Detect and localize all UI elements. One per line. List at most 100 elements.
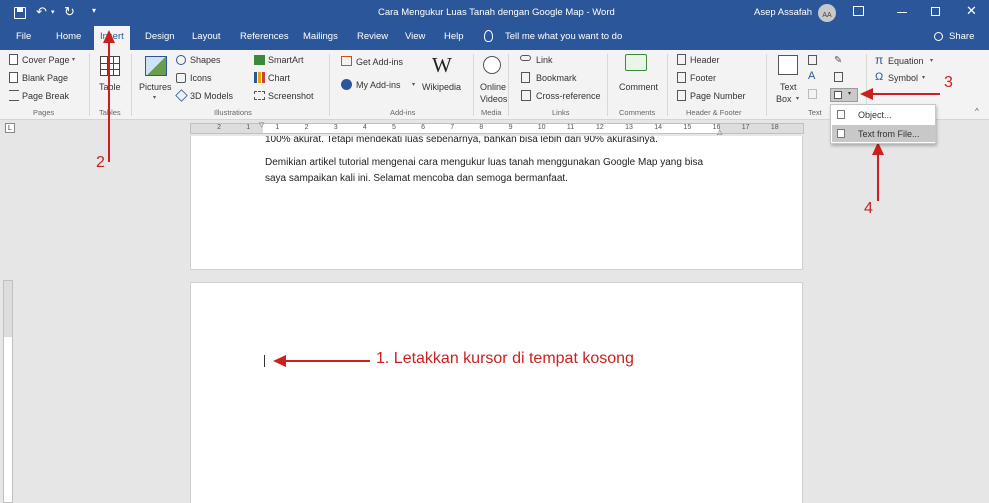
online-videos-label-2[interactable]: Videos xyxy=(480,94,507,104)
equation-dropdown-icon[interactable]: ▾ xyxy=(930,57,933,64)
group-divider xyxy=(667,54,668,116)
wordart-icon[interactable]: A xyxy=(808,70,815,82)
customize-toolbar-icon[interactable]: ▾ xyxy=(92,6,96,15)
table-icon[interactable] xyxy=(100,56,120,76)
drop-cap-icon[interactable] xyxy=(808,89,817,99)
document-text-cut-line[interactable]: 100% akurat. Tetapi mendekati luas seben… xyxy=(265,136,658,145)
blank-page-button[interactable]: Blank Page xyxy=(22,73,68,83)
group-divider xyxy=(508,54,509,116)
group-label-links: Links xyxy=(552,108,570,117)
cover-page-dropdown-icon[interactable]: ▾ xyxy=(72,56,75,63)
share-button[interactable]: Share xyxy=(949,31,974,42)
document-area: 100% akurat. Tetapi mendekati luas seben… xyxy=(0,136,989,503)
person-icon xyxy=(934,32,943,41)
redo-icon[interactable]: ↻ xyxy=(64,4,75,20)
ribbon-display-options-icon[interactable] xyxy=(853,6,864,16)
cover-page-button[interactable]: Cover Page xyxy=(22,55,70,65)
tab-review[interactable]: Review xyxy=(357,31,388,42)
screenshot-button[interactable]: Screenshot xyxy=(268,91,314,101)
ruler-number: 18 xyxy=(770,124,779,131)
shapes-button[interactable]: Shapes xyxy=(190,55,221,65)
quick-parts-icon[interactable] xyxy=(808,55,817,65)
object-dropdown-icon[interactable]: ▾ xyxy=(848,90,851,97)
pictures-icon[interactable] xyxy=(145,56,167,76)
get-addins-button[interactable]: Get Add-ins xyxy=(356,57,403,67)
undo-dropdown-icon[interactable]: ▾ xyxy=(51,8,55,16)
text-box-label-2[interactable]: Box xyxy=(776,94,792,104)
page-2[interactable] xyxy=(190,282,803,503)
tab-mailings[interactable]: Mailings xyxy=(303,31,338,42)
close-icon[interactable]: ✕ xyxy=(966,3,977,19)
page-number-button[interactable]: Page Number xyxy=(690,91,746,101)
my-addins-button[interactable]: My Add-ins xyxy=(356,80,401,90)
page-number-icon xyxy=(677,90,686,101)
document-paragraph-line-2[interactable]: saya sampaikan kali ini. Selamat mencoba… xyxy=(265,173,568,184)
page-break-button[interactable]: Page Break xyxy=(22,91,69,101)
tab-help[interactable]: Help xyxy=(444,31,464,42)
online-videos-label-1[interactable]: Online xyxy=(480,82,506,92)
minimize-icon[interactable] xyxy=(897,12,907,13)
pictures-button[interactable]: Pictures xyxy=(139,82,172,92)
collapse-ribbon-icon[interactable]: ^ xyxy=(975,107,979,116)
tab-view[interactable]: View xyxy=(405,31,425,42)
text-box-label-1[interactable]: Text xyxy=(780,82,797,92)
right-indent-marker-icon[interactable]: △ xyxy=(717,128,722,136)
menu-item-text-from-file[interactable]: Text from File... xyxy=(832,125,935,142)
user-name[interactable]: Asep Assafah xyxy=(754,7,812,18)
tab-layout[interactable]: Layout xyxy=(192,31,221,42)
menu-item-object[interactable]: Object... xyxy=(832,106,935,123)
pictures-dropdown-icon[interactable]: ▾ xyxy=(153,94,156,101)
smartart-button[interactable]: SmartArt xyxy=(268,55,304,65)
my-addins-dropdown-icon[interactable]: ▾ xyxy=(412,81,415,88)
wikipedia-icon[interactable]: W xyxy=(432,53,452,78)
ruler-track[interactable]: 2 1 1 2 3 4 5 6 7 8 9 10 11 12 13 14 15 16 17 18 xyxy=(190,123,804,134)
restore-icon[interactable] xyxy=(931,7,940,16)
annotation-arrow-3 xyxy=(872,93,940,95)
tab-selector-icon[interactable]: L xyxy=(5,123,15,133)
date-time-icon[interactable] xyxy=(834,72,843,82)
bookmark-button[interactable]: Bookmark xyxy=(536,73,577,83)
avatar[interactable]: AA xyxy=(818,4,836,22)
menu-item-text-from-file-label: Text from File... xyxy=(858,129,920,139)
online-video-icon[interactable] xyxy=(483,56,501,74)
signature-line-icon[interactable]: ✎ xyxy=(834,55,842,66)
header-button[interactable]: Header xyxy=(690,55,720,65)
undo-icon[interactable]: ↶ xyxy=(36,4,47,20)
screenshot-icon xyxy=(254,91,265,100)
footer-button[interactable]: Footer xyxy=(690,73,716,83)
symbol-dropdown-icon[interactable]: ▾ xyxy=(922,74,925,81)
3d-models-button[interactable]: 3D Models xyxy=(190,91,233,101)
object-button[interactable]: ▾ xyxy=(830,88,858,102)
ruler-number: 2 xyxy=(217,124,222,131)
comment-button[interactable]: Comment xyxy=(619,82,658,92)
group-divider xyxy=(473,54,474,116)
text-box-dropdown-icon[interactable]: ▾ xyxy=(796,95,799,102)
text-box-icon[interactable] xyxy=(778,55,798,75)
tab-design[interactable]: Design xyxy=(145,31,175,42)
group-label-media: Media xyxy=(481,108,502,117)
ruler-number: 7 xyxy=(450,124,455,131)
chart-button[interactable]: Chart xyxy=(268,73,290,83)
cross-reference-button[interactable]: Cross-reference xyxy=(536,91,601,101)
tab-references[interactable]: References xyxy=(240,31,289,42)
symbol-button[interactable]: Symbol xyxy=(888,73,918,83)
tab-file[interactable]: File xyxy=(16,31,31,42)
ruler-number: 9 xyxy=(508,124,513,131)
annotation-step-3: 3 xyxy=(944,74,953,91)
object-dropdown-menu: Object... Text from File... xyxy=(830,104,936,144)
text-file-icon xyxy=(837,129,845,138)
annotation-step-1: 1. Letakkan kursor di tempat kosong xyxy=(376,350,634,367)
ruler-number: 10 xyxy=(537,124,546,131)
comment-icon[interactable] xyxy=(625,54,647,71)
indent-marker-icon[interactable]: ▽ xyxy=(259,121,264,129)
tab-home[interactable]: Home xyxy=(56,31,81,42)
tell-me-box[interactable]: Tell me what you want to do xyxy=(505,31,622,42)
icons-button[interactable]: Icons xyxy=(190,73,212,83)
ribbon-tabs: File Home Insert Design Layout Reference… xyxy=(0,26,989,50)
wikipedia-button[interactable]: Wikipedia xyxy=(422,82,461,92)
save-icon[interactable] xyxy=(14,7,26,19)
document-paragraph-line-1[interactable]: Demikian artikel tutorial mengenai cara … xyxy=(265,157,703,168)
menu-item-object-label: Object... xyxy=(858,110,892,120)
equation-button[interactable]: Equation xyxy=(888,56,924,66)
link-button[interactable]: Link xyxy=(536,55,553,65)
